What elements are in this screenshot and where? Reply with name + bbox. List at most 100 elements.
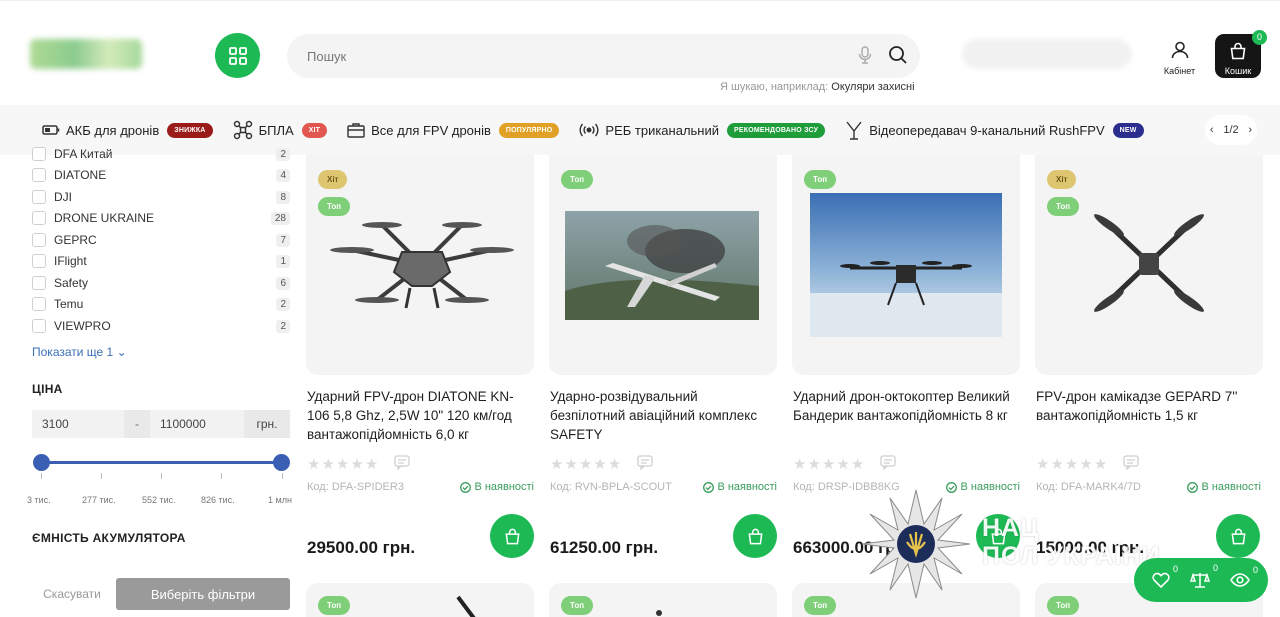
search-input[interactable] [307,48,847,64]
price-range-inputs: - грн. [32,410,290,438]
checkbox[interactable] [32,190,46,204]
rating-stars[interactable]: ★ ★ ★ ★ ★ [1036,455,1108,473]
brand-filter-item[interactable]: DIATONE 4 [32,167,290,183]
chevron-left-icon[interactable]: ‹ [1210,124,1214,136]
checkbox[interactable] [32,168,46,182]
star-icon: ★ [578,456,593,473]
catalog-button[interactable] [215,33,260,78]
reviews-icon[interactable] [1123,455,1139,470]
price-slider-max-handle[interactable] [273,454,290,471]
checkbox[interactable] [32,211,46,225]
category-akb[interactable]: АКБ для дронів знижка [42,122,213,138]
brand-filter-item[interactable]: Temu 2 [32,296,290,312]
price-max-input[interactable] [150,410,244,438]
search-hint-prefix: Я шукаю, наприклад: [720,81,829,93]
brand-count: 6 [276,276,290,290]
category-videotransmitter[interactable]: Відеопередавач 9-канальний RushFPV new [845,120,1144,140]
checkbox[interactable] [32,254,46,268]
product-card[interactable]: Топ [306,583,534,617]
grid-icon [228,46,247,65]
star-icon: ★ [550,456,564,473]
show-more-link[interactable]: Показати ще 1 ⌄ [32,345,127,359]
viewed-button[interactable]: 0 [1230,565,1258,587]
price-slider-min-handle[interactable] [33,454,50,471]
reviews-icon[interactable] [394,455,410,470]
cabinet-button[interactable]: Кабінет [1157,41,1202,76]
rating-stars[interactable]: ★ ★ ★ ★ ★ [793,455,865,473]
product-title[interactable]: FPV-дрон камікадзе GEPARD 7'' вантажопід… [1036,387,1258,425]
price-section-title: ЦІНА [32,382,63,396]
add-to-cart-button[interactable] [1216,514,1260,558]
category-label: Відеопередавач 9-канальний RushFPV [869,122,1105,138]
star-icon: ★ [593,456,607,473]
cancel-filters-button[interactable]: Скасувати [32,578,112,610]
reviews-icon[interactable] [880,455,896,470]
microphone-icon[interactable] [858,46,872,64]
star-icon: ★ [1093,456,1108,473]
category-fpv[interactable]: Все для FPV дронів популярно [347,122,560,138]
product-sku: Код: RVN-BPLA-SCOUT [550,481,672,493]
brand-count: 4 [276,168,290,182]
eye-icon [1230,573,1250,587]
brand-filter-item[interactable]: IFlight 1 [32,253,290,269]
brand-filter-item[interactable]: Safety 6 [32,275,290,291]
product-title[interactable]: Ударний дрон-октокоптер Великий Бандерик… [793,387,1015,425]
stock-label: В наявності [717,481,777,493]
cart-button[interactable]: Кошик 0 [1215,30,1267,78]
apply-filters-button[interactable]: Виберіть фільтри [116,578,290,610]
rating-stars[interactable]: ★ ★ ★ ★ ★ [550,455,622,473]
slider-tick-label: 826 тис. [201,495,235,505]
product-image[interactable]: Хіт Топ [306,155,534,375]
add-to-cart-button[interactable] [490,514,534,558]
product-image[interactable]: Хіт Топ [1035,155,1263,375]
brand-name: DIATONE [54,168,107,182]
brand-filter-item[interactable]: DJI 8 [32,189,290,205]
star-icon: ★ [1079,456,1093,473]
compare-button[interactable]: 0 [1190,563,1218,589]
brand-filter-item[interactable]: DFA Китай 2 [32,146,290,162]
product-card[interactable]: Топ [549,583,777,617]
brand-filter-item[interactable]: VIEWPRO 2 [32,318,290,334]
brand-filter-item[interactable]: DRONE UKRAINE 28 [32,210,290,226]
battery-icon [42,124,60,136]
floating-action-bar: 0 0 0 [1134,558,1268,602]
category-label: АКБ для дронів [66,122,160,138]
brand-filter-item[interactable]: GEPRC 7 [32,232,290,248]
top-tag: Топ [804,596,837,615]
category-badge: знижка [167,122,213,138]
checkbox[interactable] [32,319,46,333]
chevron-down-icon: ⌄ [116,345,127,359]
phone-number[interactable] [962,39,1132,69]
fpv-quadcopter-image [1094,214,1204,312]
rating-stars[interactable]: ★ ★ ★ ★ ★ [307,455,379,473]
checkbox[interactable] [32,233,46,247]
category-reb[interactable]: РЕБ триканальний рекомендовано ЗСУ [579,122,826,138]
category-bpla[interactable]: БПЛА хіт [233,120,328,140]
chevron-right-icon[interactable]: › [1248,124,1252,136]
price-slider-track[interactable] [41,461,282,464]
brand-name: GEPRC [54,233,97,247]
cart-label: Кошик [1224,66,1252,76]
product-image[interactable]: Топ [549,155,777,375]
checkbox[interactable] [32,276,46,290]
product-image[interactable]: Топ [792,155,1020,375]
product-title[interactable]: Ударно-розвідувальний безпілотний авіаці… [550,387,772,444]
slider-tick-label: 1 млн [268,495,292,505]
slider-tick-label: 3 тис. [27,495,51,505]
brand-count: 1 [276,254,290,268]
star-icon: ★ [350,456,364,473]
cabinet-label: Кабінет [1163,66,1196,76]
search-hint-example[interactable]: Окуляри захисні [831,81,914,93]
price-min-input[interactable] [32,410,124,438]
checkbox[interactable] [32,297,46,311]
checkbox[interactable] [32,147,46,161]
star-icon: ★ [321,456,335,473]
product-title[interactable]: Ударний FPV-дрон DIATONE KN-106 5,8 Ghz,… [307,387,529,444]
site-logo[interactable] [30,39,142,69]
search-icon[interactable] [888,45,908,65]
favorites-button[interactable]: 0 [1152,564,1178,588]
reviews-icon[interactable] [637,455,653,470]
add-to-cart-button[interactable] [733,514,777,558]
slider-tick-label: 552 тис. [142,495,176,505]
watermark-line-2: ПОЛ УКРАЇНИ [982,542,1161,570]
